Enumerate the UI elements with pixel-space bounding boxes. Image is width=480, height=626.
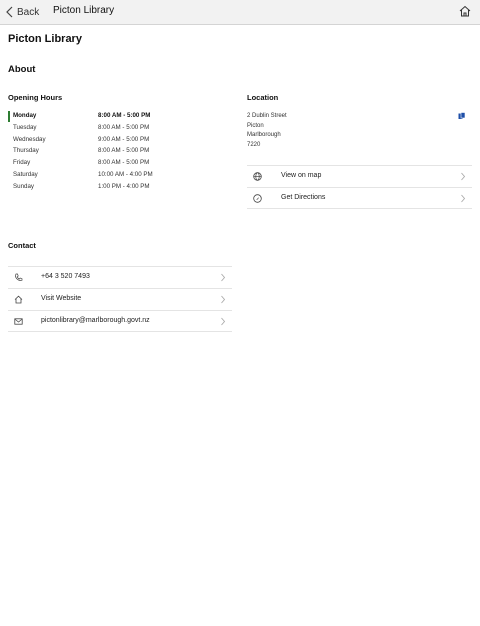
contact-row-label: +64 3 520 7493 bbox=[41, 273, 90, 280]
mail-icon bbox=[14, 318, 23, 325]
location-heading: Location bbox=[247, 93, 279, 102]
contact-heading: Contact bbox=[8, 241, 36, 250]
location-action-view-on-map[interactable]: View on map bbox=[247, 165, 472, 187]
chevron-right-icon bbox=[221, 295, 226, 304]
contact-row-visit-website[interactable]: Visit Website bbox=[8, 288, 232, 310]
hours-row: Monday 8:00 AM - 5:00 PM bbox=[8, 111, 178, 123]
chevron-right-icon bbox=[221, 273, 226, 282]
location-action-get-directions[interactable]: Get Directions bbox=[247, 187, 472, 209]
hours-day: Monday bbox=[13, 112, 37, 119]
directions-icon bbox=[253, 194, 262, 203]
address-line: Picton bbox=[247, 122, 264, 129]
hours-row: Thursday 8:00 AM - 5:00 PM bbox=[8, 146, 178, 158]
hours-day: Saturday bbox=[13, 170, 38, 178]
opening-hours-list: Monday 8:00 AM - 5:00 PM Tuesday 8:00 AM - … bbox=[8, 111, 178, 194]
phone-icon bbox=[15, 273, 23, 281]
chevron-right-icon bbox=[221, 317, 226, 326]
today-indicator bbox=[8, 111, 10, 122]
hours-time: 8:00 AM - 5:00 PM bbox=[98, 159, 150, 167]
hours-time: 1:00 PM - 4:00 PM bbox=[98, 182, 150, 190]
home-icon[interactable] bbox=[458, 4, 472, 18]
address-line: Marlborough bbox=[247, 132, 281, 139]
hours-time: 9:00 AM - 5:00 PM bbox=[98, 135, 150, 143]
contact-row-label: Visit Website bbox=[41, 295, 82, 302]
hours-time: 8:00 AM - 5:00 PM bbox=[98, 123, 150, 131]
back-button[interactable]: Back bbox=[6, 4, 39, 20]
hours-time: 8:00 AM - 5:00 PM bbox=[98, 147, 150, 155]
location-action-label: View on map bbox=[281, 172, 322, 179]
hours-time: 8:00 AM - 5:00 PM bbox=[98, 112, 151, 119]
about-heading: About bbox=[8, 64, 36, 75]
hours-row: Wednesday 9:00 AM - 5:00 PM bbox=[8, 135, 178, 147]
contact-list: +64 3 520 7493 Visit Website pictonlibrary… bbox=[8, 266, 232, 332]
hours-time: 10:00 AM - 4:00 PM bbox=[98, 170, 153, 178]
address-line: 2 Dublin Street bbox=[247, 113, 287, 119]
chevron-right-icon bbox=[461, 194, 466, 203]
hours-day: Sunday bbox=[13, 182, 34, 190]
contact-row-label: pictonlibrary@marlborough.govt.nz bbox=[41, 317, 150, 324]
hours-row: Tuesday 8:00 AM - 5:00 PM bbox=[8, 123, 178, 135]
back-label: Back bbox=[17, 6, 40, 18]
hours-day: Thursday bbox=[13, 147, 39, 155]
hours-day: Wednesday bbox=[13, 135, 46, 143]
globe-icon bbox=[253, 172, 262, 181]
hours-row: Sunday 1:00 PM - 4:00 PM bbox=[8, 182, 178, 194]
navigation-bar: Back Picton Library bbox=[0, 0, 480, 25]
hours-day: Friday bbox=[13, 159, 31, 167]
hours-row: Saturday 10:00 AM - 4:00 PM bbox=[8, 170, 178, 182]
copy-address-icon[interactable] bbox=[458, 112, 466, 120]
address-line: 7220 bbox=[247, 141, 261, 148]
opening-hours-heading: Opening Hours bbox=[8, 93, 63, 102]
page-title: Picton Library bbox=[8, 33, 82, 45]
chevron-right-icon bbox=[461, 172, 466, 181]
address-block: 2 Dublin Street Picton Marlborough 7220 bbox=[247, 112, 287, 150]
contact-row-64-3-520-7493[interactable]: +64 3 520 7493 bbox=[8, 266, 232, 288]
hours-day: Tuesday bbox=[13, 123, 37, 131]
chevron-left-icon bbox=[6, 6, 13, 18]
nav-title: Picton Library bbox=[53, 5, 115, 16]
location-actions-list: View on map Get Directions bbox=[247, 165, 472, 209]
location-action-label: Get Directions bbox=[281, 194, 326, 201]
contact-row-pictonlibrary-marlborough-govt-nz[interactable]: pictonlibrary@marlborough.govt.nz bbox=[8, 310, 232, 332]
home-icon bbox=[14, 295, 23, 304]
hours-row: Friday 8:00 AM - 5:00 PM bbox=[8, 158, 178, 170]
